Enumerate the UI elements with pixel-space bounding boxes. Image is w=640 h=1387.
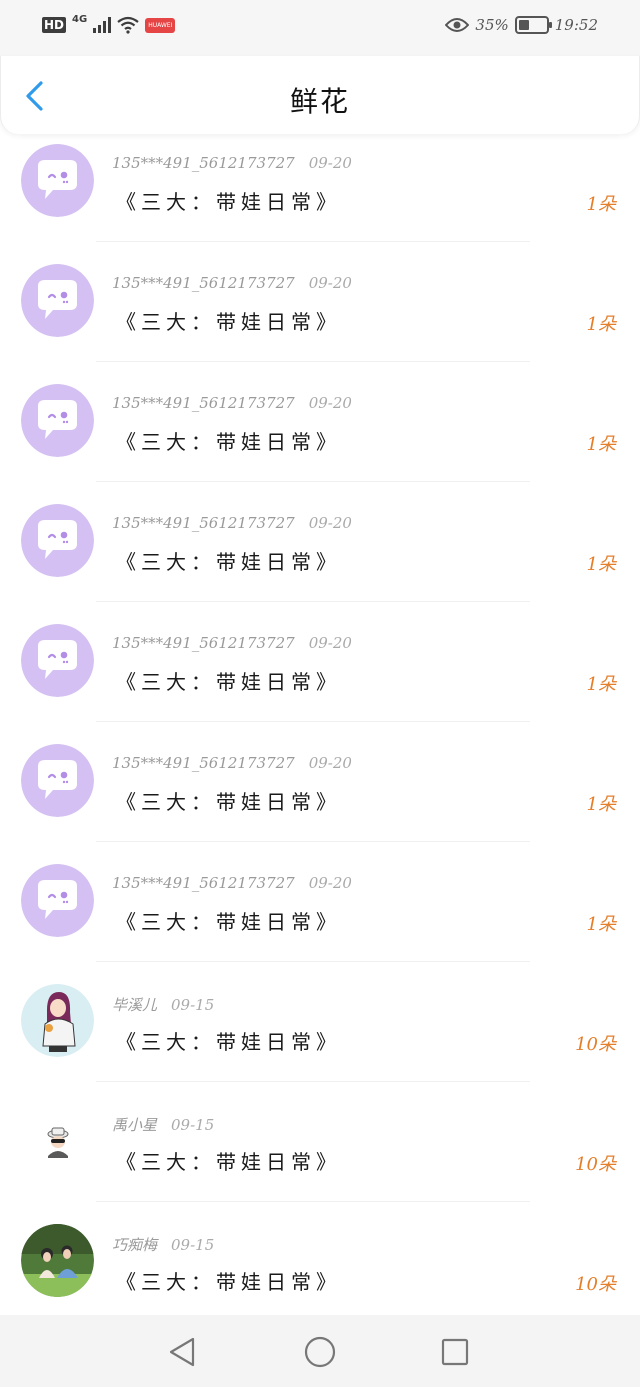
gift-meta: 135***491_5612173727 09-20 — [112, 514, 352, 532]
gift-date: 09-20 — [308, 154, 352, 172]
flower-amount: 10朵 — [575, 1034, 616, 1055]
clock: 19:52 — [554, 16, 598, 34]
divider — [96, 361, 530, 362]
back-triangle-icon[interactable] — [166, 1335, 200, 1369]
gift-meta: 135***491_5612173727 09-20 — [112, 394, 352, 412]
user-name: 135***491_5612173727 — [112, 754, 295, 772]
gift-date: 09-20 — [308, 514, 352, 532]
status-bar: HD 4G HUAWEI 35% 19:52 — [0, 0, 640, 56]
list-item[interactable]: 135***491_5612173727 09-20 《三大：带娃日常》 1朵 — [0, 374, 640, 494]
signal-icon — [93, 17, 112, 33]
network-type: 4G — [72, 13, 88, 25]
divider — [96, 841, 530, 842]
hd-badge: HD — [42, 17, 67, 33]
gift-date: 09-20 — [308, 634, 352, 652]
status-left: HD 4G HUAWEI — [42, 13, 176, 34]
gift-date: 09-15 — [171, 1116, 215, 1134]
gift-date: 09-20 — [308, 754, 352, 772]
flower-amount: 10朵 — [575, 1274, 616, 1295]
user-name: 135***491_5612173727 — [112, 874, 295, 892]
gift-date: 09-15 — [171, 996, 215, 1014]
divider — [96, 601, 530, 602]
book-title: 《三大：带娃日常》 — [116, 790, 341, 814]
avatar[interactable] — [21, 864, 94, 937]
gift-meta: 巧痴梅 09-15 — [112, 1234, 214, 1255]
book-title: 《三大：带娃日常》 — [116, 910, 341, 934]
divider — [96, 721, 530, 722]
book-title: 《三大：带娃日常》 — [116, 1270, 341, 1294]
avatar[interactable] — [21, 504, 94, 577]
book-title: 《三大：带娃日常》 — [116, 430, 341, 454]
header: 鲜花 — [0, 56, 640, 134]
book-title: 《三大：带娃日常》 — [116, 1030, 341, 1054]
gift-date: 09-20 — [308, 394, 352, 412]
book-title: 《三大：带娃日常》 — [116, 670, 341, 694]
divider — [96, 1201, 530, 1202]
avatar[interactable] — [21, 984, 94, 1057]
list-item[interactable]: 135***491_5612173727 09-20 《三大：带娃日常》 1朵 — [0, 494, 640, 614]
list-item[interactable]: 禹小星 09-15 《三大：带娃日常》 10朵 — [0, 1094, 640, 1214]
avatar[interactable] — [21, 264, 94, 337]
status-right: 35% 19:52 — [445, 16, 598, 34]
list-item[interactable]: 135***491_5612173727 09-20 《三大：带娃日常》 1朵 — [0, 734, 640, 854]
flower-amount: 1朵 — [586, 434, 616, 455]
gift-date: 09-20 — [308, 874, 352, 892]
gift-meta: 135***491_5612173727 09-20 — [112, 874, 352, 892]
gift-meta: 毕溪儿 09-15 — [112, 994, 214, 1015]
list-item[interactable]: 135***491_5612173727 09-20 《三大：带娃日常》 1朵 — [0, 614, 640, 734]
flower-amount: 1朵 — [586, 194, 616, 215]
wifi-icon — [117, 16, 139, 34]
user-name: 毕溪儿 — [112, 996, 158, 1014]
book-title: 《三大：带娃日常》 — [116, 310, 341, 334]
gift-meta: 135***491_5612173727 09-20 — [112, 754, 352, 772]
list-item[interactable]: 135***491_5612173727 09-20 《三大：带娃日常》 1朵 — [0, 254, 640, 374]
page-title: 鲜花 — [289, 85, 350, 118]
recents-square-icon[interactable] — [438, 1335, 472, 1369]
user-name: 135***491_5612173727 — [112, 394, 295, 412]
user-name: 巧痴梅 — [112, 1236, 158, 1254]
list-item[interactable]: 135***491_5612173727 09-20 《三大：带娃日常》 1朵 — [0, 134, 640, 254]
gift-date: 09-20 — [308, 274, 352, 292]
user-name: 禹小星 — [112, 1116, 158, 1134]
user-name: 135***491_5612173727 — [112, 154, 295, 172]
book-title: 《三大：带娃日常》 — [116, 190, 341, 214]
battery-percent: 35% — [475, 16, 509, 34]
user-name: 135***491_5612173727 — [112, 514, 295, 532]
avatar[interactable] — [21, 744, 94, 817]
avatar[interactable] — [21, 1224, 94, 1297]
divider — [96, 1081, 530, 1082]
flower-amount: 1朵 — [586, 554, 616, 575]
flower-amount: 1朵 — [586, 674, 616, 695]
battery-icon — [514, 16, 552, 34]
avatar[interactable] — [21, 624, 94, 697]
flower-amount: 10朵 — [575, 1154, 616, 1175]
gift-date: 09-15 — [171, 1236, 215, 1254]
home-circle-icon[interactable] — [303, 1335, 337, 1369]
gift-list: 135***491_5612173727 09-20 《三大：带娃日常》 1朵 135*… — [0, 134, 640, 1334]
book-title: 《三大：带娃日常》 — [116, 1150, 341, 1174]
divider — [96, 481, 530, 482]
gift-meta: 135***491_5612173727 09-20 — [112, 274, 352, 292]
gift-meta: 禹小星 09-15 — [112, 1114, 214, 1135]
avatar[interactable] — [21, 1104, 94, 1177]
list-item[interactable]: 毕溪儿 09-15 《三大：带娃日常》 10朵 — [0, 974, 640, 1094]
flower-amount: 1朵 — [586, 314, 616, 335]
book-title: 《三大：带娃日常》 — [116, 550, 341, 574]
system-nav-bar — [0, 1315, 640, 1387]
eye-icon — [445, 18, 470, 32]
avatar[interactable] — [21, 144, 94, 217]
user-name: 135***491_5612173727 — [112, 274, 295, 292]
avatar[interactable] — [21, 384, 94, 457]
divider — [96, 241, 530, 242]
gift-meta: 135***491_5612173727 09-20 — [112, 634, 352, 652]
huawei-app-icon: HUAWEI — [145, 17, 176, 33]
divider — [96, 961, 530, 962]
gift-meta: 135***491_5612173727 09-20 — [112, 154, 352, 172]
flower-amount: 1朵 — [586, 794, 616, 815]
flower-amount: 1朵 — [586, 914, 616, 935]
user-name: 135***491_5612173727 — [112, 634, 295, 652]
list-item[interactable]: 135***491_5612173727 09-20 《三大：带娃日常》 1朵 — [0, 854, 640, 974]
